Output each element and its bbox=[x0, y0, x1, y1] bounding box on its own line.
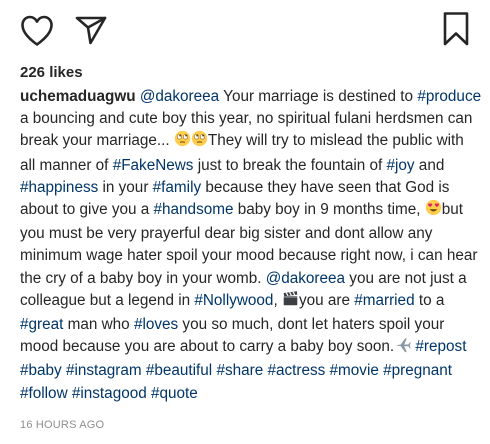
rolling-eyes-emoji-icon bbox=[191, 130, 208, 154]
likes-count[interactable]: 226 likes bbox=[20, 64, 83, 81]
hashtag-link[interactable]: #family bbox=[153, 179, 201, 196]
hashtag-link[interactable]: #loves bbox=[134, 316, 178, 333]
hashtag-link[interactable]: #FakeNews bbox=[113, 157, 194, 174]
mention-link[interactable]: @dakoreea bbox=[140, 88, 219, 105]
hashtag-link[interactable]: #beautiful bbox=[146, 362, 212, 379]
paper-plane-icon[interactable] bbox=[74, 12, 108, 46]
rolling-eyes-emoji-icon bbox=[174, 130, 191, 154]
hashtag-link[interactable]: #actress bbox=[267, 362, 325, 379]
hashtag-link[interactable]: #produce bbox=[417, 88, 481, 105]
hashtag-link[interactable]: #instagram bbox=[66, 362, 142, 379]
hashtag-link[interactable]: #follow bbox=[20, 385, 68, 402]
caption-text: to a bbox=[414, 291, 445, 309]
hashtag-link[interactable]: #repost bbox=[415, 338, 466, 355]
hashtag-link[interactable]: #handsome bbox=[154, 201, 234, 218]
hashtag-link[interactable]: #happiness bbox=[20, 179, 98, 196]
bookmark-outline-icon[interactable] bbox=[442, 11, 470, 47]
caption-text: man who bbox=[63, 316, 134, 334]
post-caption: uchemaduagwu @dakoreea Your marriage is … bbox=[20, 86, 482, 405]
hashtag-link[interactable]: #movie bbox=[330, 362, 379, 379]
caption-text: baby boy in 9 months time, bbox=[233, 201, 425, 219]
hashtag-link[interactable]: #great bbox=[20, 316, 63, 333]
hashtag-link[interactable]: #married bbox=[354, 292, 414, 309]
heart-eyes-emoji-icon bbox=[425, 199, 442, 223]
caption-text: , bbox=[273, 291, 282, 309]
caption-text: Your marriage is destined to bbox=[219, 88, 418, 105]
caption-text: just to break the fountain of bbox=[193, 156, 387, 174]
caption-body: @dakoreea Your marriage is destined to #… bbox=[20, 88, 481, 402]
hashtag-link[interactable]: #pregnant bbox=[383, 362, 452, 379]
hashtag-link[interactable]: #Nollywood bbox=[194, 292, 273, 309]
airplane-emoji-icon bbox=[394, 336, 411, 360]
mention-link[interactable]: @dakoreea bbox=[266, 270, 345, 287]
hashtag-link[interactable]: #share bbox=[216, 362, 263, 379]
caption-username[interactable]: uchemaduagwu bbox=[20, 88, 136, 105]
hashtag-link[interactable]: #instagood bbox=[72, 385, 147, 402]
action-bar bbox=[0, 0, 490, 64]
post-timestamp: 16 HOURS AGO bbox=[20, 419, 105, 431]
clapper-board-emoji-icon bbox=[282, 290, 299, 314]
hashtag-link[interactable]: #joy bbox=[387, 157, 415, 174]
heart-outline-icon[interactable] bbox=[20, 14, 54, 48]
hashtag-link[interactable]: #baby bbox=[20, 362, 62, 379]
caption-text: you are bbox=[298, 291, 355, 309]
caption-text: in your bbox=[98, 178, 153, 196]
hashtag-link[interactable]: #quote bbox=[151, 385, 198, 402]
caption-text: and bbox=[414, 156, 445, 174]
